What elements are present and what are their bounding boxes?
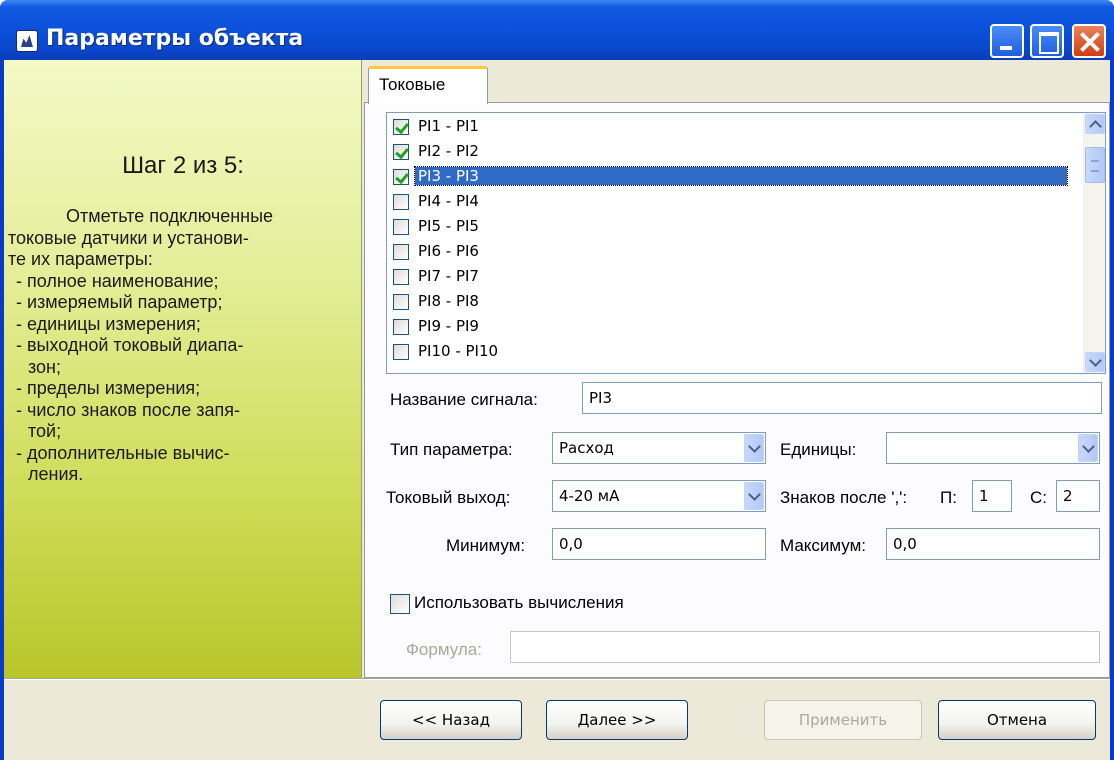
signal-label: PI7 - PI7	[418, 267, 479, 285]
description-line: - число знаков после запя-	[16, 399, 241, 420]
chevron-down-icon[interactable]	[744, 482, 764, 510]
description-line: той;	[28, 421, 62, 441]
signal-checkbox[interactable]	[393, 269, 409, 285]
next-button[interactable]: Далее >>	[546, 700, 688, 740]
list-scrollbar[interactable]	[1083, 113, 1105, 373]
units-select[interactable]	[886, 432, 1100, 464]
signal-label: PI3 - PI3	[414, 166, 1068, 186]
p-label: П:	[940, 488, 957, 507]
signal-list-item[interactable]: PI2 - PI2	[391, 140, 1067, 164]
scroll-thumb[interactable]	[1085, 147, 1105, 183]
window-title: Параметры объекта	[46, 26, 304, 51]
signal-name-label: Название сигнала:	[390, 390, 538, 409]
wizard-info-panel: Шаг 2 из 5: Отметьте подключенные токовы…	[4, 60, 362, 678]
signal-checkbox[interactable]	[393, 169, 409, 185]
signal-label: PI8 - PI8	[418, 292, 479, 310]
signal-label: PI10 - PI10	[418, 342, 499, 360]
param-type-select[interactable]: Расход	[552, 432, 766, 464]
max-input[interactable]: 0,0	[886, 528, 1100, 560]
current-output-select[interactable]: 4-20 мА	[552, 480, 766, 512]
signal-label: PI5 - PI5	[418, 217, 479, 235]
signal-label: PI1 - PI1	[418, 117, 479, 135]
maximize-button[interactable]	[1030, 24, 1064, 58]
signal-list-item[interactable]: PI8 - PI8	[391, 290, 1067, 314]
cancel-button[interactable]: Отмена	[938, 700, 1096, 740]
step-indicator: Шаг 2 из 5:	[122, 152, 244, 179]
signal-checkbox[interactable]	[393, 119, 409, 135]
bottom-separator	[4, 678, 1110, 680]
signal-checkbox[interactable]	[393, 319, 409, 335]
signal-checkbox[interactable]	[393, 294, 409, 310]
signal-label: PI4 - PI4	[418, 192, 479, 210]
description-line: - единицы измерения;	[16, 313, 201, 334]
signal-checklist[interactable]: PI1 - PI1 PI2 - PI2 PI3 - PI3 PI4 - PI4 PI5 …	[386, 112, 1106, 374]
scroll-down-button[interactable]	[1085, 352, 1105, 372]
description-line: ления.	[28, 464, 84, 484]
chevron-down-icon[interactable]	[1078, 434, 1098, 462]
apply-button[interactable]: Применить	[764, 700, 922, 740]
c-label: С:	[1030, 488, 1047, 507]
app-icon	[16, 30, 38, 52]
formula-label: Формула:	[406, 640, 482, 659]
signal-list-item[interactable]: PI6 - PI6	[391, 240, 1067, 264]
param-type-value: Расход	[559, 439, 614, 457]
signal-label: PI9 - PI9	[418, 317, 479, 335]
close-button[interactable]	[1072, 24, 1106, 58]
min-input[interactable]: 0,0	[552, 528, 766, 560]
use-calc-label[interactable]: Использовать вычисления	[414, 593, 624, 613]
signal-list-item[interactable]: PI7 - PI7	[391, 265, 1067, 289]
min-label: Минимум:	[446, 536, 526, 555]
signal-list-item[interactable]: PI3 - PI3	[391, 165, 1068, 189]
description-line: - дополнительные вычис-	[16, 442, 230, 463]
signal-name-input[interactable]: PI3	[582, 382, 1102, 414]
title-bar[interactable]: Параметры объекта	[0, 0, 1114, 60]
signal-list-item[interactable]: PI5 - PI5	[391, 215, 1067, 239]
tab-current-signals[interactable]: Токовые	[368, 66, 488, 104]
signal-label: PI6 - PI6	[418, 242, 479, 260]
formula-input[interactable]	[510, 631, 1100, 663]
current-output-label: Токовый выход:	[386, 488, 511, 507]
units-label: Единицы:	[780, 440, 857, 459]
description-line: те их параметры:	[8, 249, 153, 269]
param-type-label: Тип параметра:	[390, 440, 513, 459]
signal-checkbox[interactable]	[393, 219, 409, 235]
use-calc-checkbox[interactable]	[390, 594, 410, 614]
chevron-down-icon[interactable]	[744, 434, 764, 462]
c-decimals-input[interactable]: 2	[1056, 480, 1100, 512]
signal-list-item[interactable]: PI10 - PI10	[391, 340, 1067, 364]
decimals-label: Знаков после ',':	[780, 488, 908, 507]
signal-list-item[interactable]: PI1 - PI1	[391, 115, 1067, 139]
signal-label: PI2 - PI2	[418, 142, 479, 160]
minimize-button[interactable]	[990, 24, 1024, 58]
description-line: токовые датчики и установи-	[8, 227, 249, 248]
dialog-window: Параметры объекта Шаг 2 из 5: Отметьте п…	[0, 0, 1114, 760]
description-line: - пределы измерения;	[16, 378, 201, 398]
signal-checkbox[interactable]	[393, 144, 409, 160]
signal-list-item[interactable]: PI9 - PI9	[391, 315, 1067, 339]
signal-checkbox[interactable]	[393, 344, 409, 360]
description-line: - полное наименование;	[16, 270, 219, 291]
max-label: Максимум:	[780, 536, 867, 555]
current-output-value: 4-20 мА	[559, 487, 620, 505]
description-line: - измеряемый параметр;	[16, 292, 223, 312]
signal-checkbox[interactable]	[393, 244, 409, 260]
description-line: зон;	[28, 356, 62, 377]
p-decimals-input[interactable]: 1	[972, 480, 1012, 512]
back-button[interactable]: << Назад	[380, 700, 522, 740]
description-line: - выходной токовый диапа-	[16, 335, 244, 355]
description-line: Отметьте подключенные	[66, 206, 274, 226]
step-description: Отметьте подключенные токовые датчики и …	[8, 206, 358, 486]
dialog-client: Шаг 2 из 5: Отметьте подключенные токовы…	[4, 60, 1110, 760]
signal-list-item[interactable]: PI4 - PI4	[391, 190, 1067, 214]
signal-checkbox[interactable]	[393, 194, 409, 210]
scroll-up-button[interactable]	[1085, 114, 1105, 134]
